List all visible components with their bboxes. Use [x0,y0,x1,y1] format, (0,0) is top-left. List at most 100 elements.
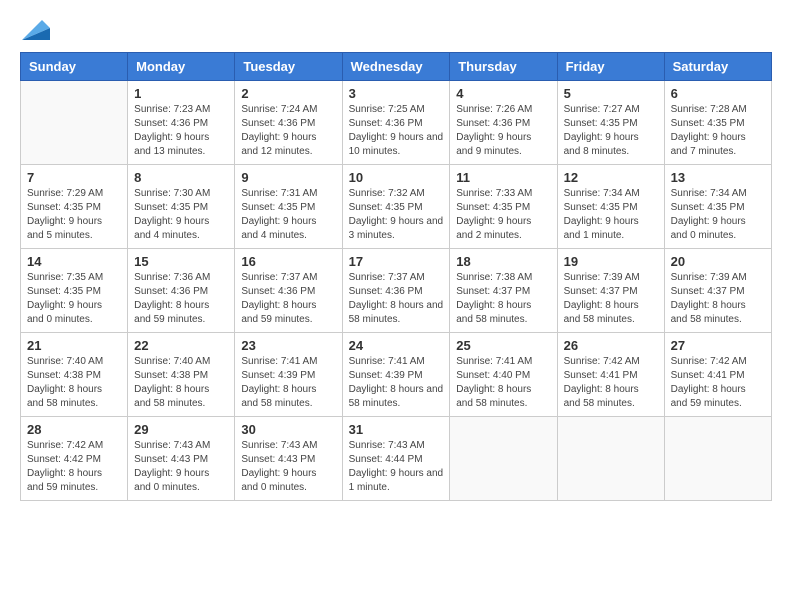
calendar-week-row: 28Sunrise: 7:42 AMSunset: 4:42 PMDayligh… [21,417,772,501]
day-info: Sunrise: 7:29 AMSunset: 4:35 PMDaylight:… [27,187,121,243]
day-info: Sunrise: 7:31 AMSunset: 4:35 PMDaylight:… [241,187,335,243]
calendar-day-cell: 24Sunrise: 7:41 AMSunset: 4:39 PMDayligh… [342,333,450,417]
day-number: 28 [27,422,121,437]
calendar-day-cell: 4 Sunrise: 7:26 AMSunset: 4:36 PMDaylight… [450,81,557,165]
calendar-day-cell: 21 Sunrise: 7:40 AMSunset: 4:38 PMDayligh… [21,333,128,417]
day-info: Sunrise: 7:42 AMSunset: 4:41 PMDaylight:… [564,355,658,411]
calendar-day-cell: 16Sunrise: 7:37 AMSunset: 4:36 PMDayligh… [235,249,342,333]
calendar-day-cell: 15 Sunrise: 7:36 AMSunset: 4:36 PMDayligh… [128,249,235,333]
day-info: Sunrise: 7:43 AMSunset: 4:44 PMDaylight:… [349,439,444,495]
calendar-day-cell: 3 Sunrise: 7:25 AMSunset: 4:36 PMDaylight… [342,81,450,165]
day-info: Sunrise: 7:41 AMSunset: 4:40 PMDaylight:… [456,355,550,411]
calendar-week-row: 14 Sunrise: 7:35 AMSunset: 4:35 PMDayligh… [21,249,772,333]
day-info: Sunrise: 7:43 AMSunset: 4:43 PMDaylight:… [134,439,228,495]
calendar-day-cell: 28Sunrise: 7:42 AMSunset: 4:42 PMDayligh… [21,417,128,501]
calendar-day-cell: 20 Sunrise: 7:39 AMSunset: 4:37 PMDayligh… [664,249,771,333]
day-info: Sunrise: 7:25 AMSunset: 4:36 PMDaylight:… [349,103,444,159]
day-info: Sunrise: 7:30 AMSunset: 4:35 PMDaylight:… [134,187,228,243]
calendar-day-cell: 26Sunrise: 7:42 AMSunset: 4:41 PMDayligh… [557,333,664,417]
calendar-header-friday: Friday [557,53,664,81]
calendar-day-cell: 5 Sunrise: 7:27 AMSunset: 4:35 PMDaylight… [557,81,664,165]
calendar-day-cell: 13 Sunrise: 7:34 AMSunset: 4:35 PMDayligh… [664,165,771,249]
day-info: Sunrise: 7:41 AMSunset: 4:39 PMDaylight:… [241,355,335,411]
day-info: Sunrise: 7:35 AMSunset: 4:35 PMDaylight:… [27,271,121,327]
logo-icon [22,20,50,40]
day-number: 21 [27,338,121,353]
day-number: 14 [27,254,121,269]
calendar-day-cell: 2 Sunrise: 7:24 AMSunset: 4:36 PMDaylight… [235,81,342,165]
calendar-header-monday: Monday [128,53,235,81]
day-info: Sunrise: 7:43 AMSunset: 4:43 PMDaylight:… [241,439,335,495]
calendar-day-cell: 8 Sunrise: 7:30 AMSunset: 4:35 PMDaylight… [128,165,235,249]
day-number: 4 [456,86,550,101]
day-info: Sunrise: 7:39 AMSunset: 4:37 PMDaylight:… [671,271,765,327]
day-info: Sunrise: 7:38 AMSunset: 4:37 PMDaylight:… [456,271,550,327]
day-number: 25 [456,338,550,353]
day-info: Sunrise: 7:33 AMSunset: 4:35 PMDaylight:… [456,187,550,243]
day-number: 1 [134,86,228,101]
day-info: Sunrise: 7:41 AMSunset: 4:39 PMDaylight:… [349,355,444,411]
calendar-day-cell: 14 Sunrise: 7:35 AMSunset: 4:35 PMDayligh… [21,249,128,333]
day-number: 9 [241,170,335,185]
day-number: 15 [134,254,228,269]
calendar-week-row: 1 Sunrise: 7:23 AMSunset: 4:36 PMDaylight… [21,81,772,165]
day-number: 6 [671,86,765,101]
day-number: 31 [349,422,444,437]
calendar-day-cell: 17 Sunrise: 7:37 AMSunset: 4:36 PMDayligh… [342,249,450,333]
calendar-week-row: 21 Sunrise: 7:40 AMSunset: 4:38 PMDayligh… [21,333,772,417]
page-header [20,20,772,36]
day-info: Sunrise: 7:27 AMSunset: 4:35 PMDaylight:… [564,103,658,159]
calendar-day-cell: 7 Sunrise: 7:29 AMSunset: 4:35 PMDaylight… [21,165,128,249]
day-number: 18 [456,254,550,269]
day-number: 17 [349,254,444,269]
day-number: 30 [241,422,335,437]
calendar-day-cell: 30 Sunrise: 7:43 AMSunset: 4:43 PMDayligh… [235,417,342,501]
calendar-week-row: 7 Sunrise: 7:29 AMSunset: 4:35 PMDaylight… [21,165,772,249]
calendar-day-cell [557,417,664,501]
day-number: 22 [134,338,228,353]
calendar-day-cell [450,417,557,501]
day-info: Sunrise: 7:40 AMSunset: 4:38 PMDaylight:… [134,355,228,411]
calendar-day-cell: 12Sunrise: 7:34 AMSunset: 4:35 PMDayligh… [557,165,664,249]
calendar-day-cell: 29 Sunrise: 7:43 AMSunset: 4:43 PMDayligh… [128,417,235,501]
calendar-header-thursday: Thursday [450,53,557,81]
day-number: 3 [349,86,444,101]
calendar-day-cell: 25 Sunrise: 7:41 AMSunset: 4:40 PMDayligh… [450,333,557,417]
calendar-table: SundayMondayTuesdayWednesdayThursdayFrid… [20,52,772,501]
day-info: Sunrise: 7:23 AMSunset: 4:36 PMDaylight:… [134,103,228,159]
day-number: 7 [27,170,121,185]
day-number: 5 [564,86,658,101]
day-number: 20 [671,254,765,269]
calendar-day-cell: 9 Sunrise: 7:31 AMSunset: 4:35 PMDaylight… [235,165,342,249]
calendar-day-cell [664,417,771,501]
calendar-day-cell: 22 Sunrise: 7:40 AMSunset: 4:38 PMDayligh… [128,333,235,417]
day-number: 8 [134,170,228,185]
calendar-day-cell: 31 Sunrise: 7:43 AMSunset: 4:44 PMDayligh… [342,417,450,501]
day-number: 10 [349,170,444,185]
calendar-header-tuesday: Tuesday [235,53,342,81]
day-number: 27 [671,338,765,353]
logo [20,20,50,36]
day-number: 11 [456,170,550,185]
day-info: Sunrise: 7:40 AMSunset: 4:38 PMDaylight:… [27,355,121,411]
day-info: Sunrise: 7:24 AMSunset: 4:36 PMDaylight:… [241,103,335,159]
day-info: Sunrise: 7:26 AMSunset: 4:36 PMDaylight:… [456,103,550,159]
calendar-day-cell: 19 Sunrise: 7:39 AMSunset: 4:37 PMDayligh… [557,249,664,333]
day-number: 29 [134,422,228,437]
calendar-day-cell: 18 Sunrise: 7:38 AMSunset: 4:37 PMDayligh… [450,249,557,333]
day-info: Sunrise: 7:32 AMSunset: 4:35 PMDaylight:… [349,187,444,243]
day-number: 19 [564,254,658,269]
day-info: Sunrise: 7:36 AMSunset: 4:36 PMDaylight:… [134,271,228,327]
day-info: Sunrise: 7:39 AMSunset: 4:37 PMDaylight:… [564,271,658,327]
day-number: 2 [241,86,335,101]
calendar-header-wednesday: Wednesday [342,53,450,81]
day-info: Sunrise: 7:37 AMSunset: 4:36 PMDaylight:… [349,271,444,327]
day-info: Sunrise: 7:28 AMSunset: 4:35 PMDaylight:… [671,103,765,159]
day-number: 23 [241,338,335,353]
calendar-day-cell: 1 Sunrise: 7:23 AMSunset: 4:36 PMDaylight… [128,81,235,165]
day-info: Sunrise: 7:34 AMSunset: 4:35 PMDaylight:… [671,187,765,243]
day-number: 13 [671,170,765,185]
calendar-header-saturday: Saturday [664,53,771,81]
calendar-day-cell: 23 Sunrise: 7:41 AMSunset: 4:39 PMDayligh… [235,333,342,417]
calendar-header-sunday: Sunday [21,53,128,81]
